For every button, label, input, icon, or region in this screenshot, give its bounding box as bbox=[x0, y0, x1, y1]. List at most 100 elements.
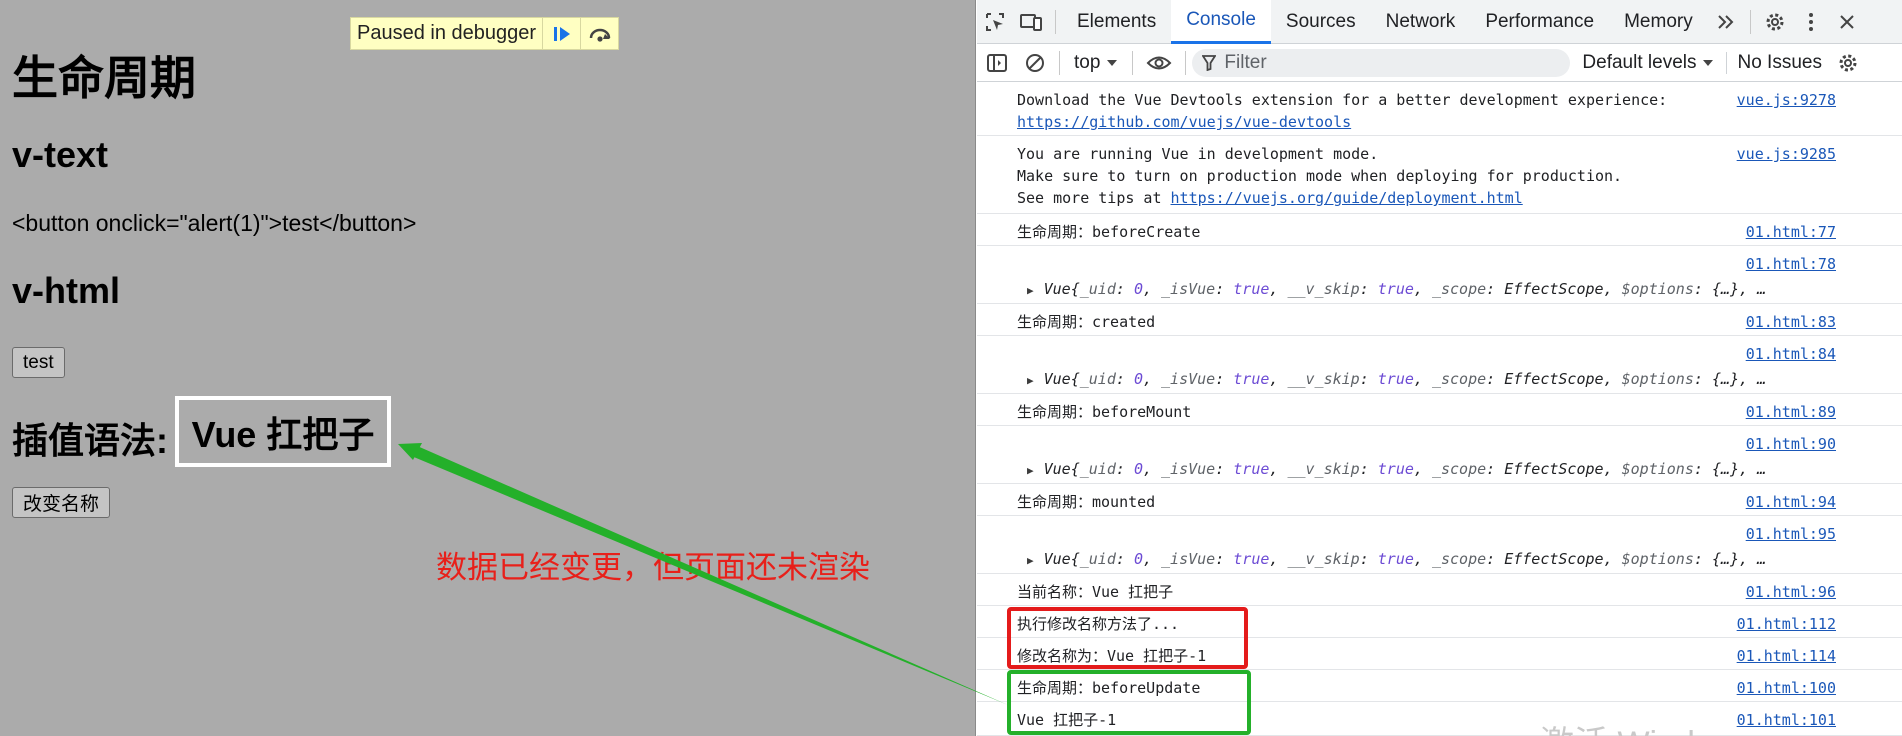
prop-key: _isVue bbox=[1161, 280, 1216, 298]
tab-sources[interactable]: Sources bbox=[1271, 0, 1371, 44]
prop-key: _uid bbox=[1079, 370, 1116, 388]
log-levels-select[interactable]: Default levels bbox=[1570, 52, 1726, 74]
tab-performance[interactable]: Performance bbox=[1470, 0, 1609, 44]
ellipsis: … bbox=[1757, 280, 1767, 298]
paused-in-debugger-badge: Paused in debugger bbox=[350, 17, 620, 50]
console-url-link[interactable]: https://github.com/vuejs/vue-devtools bbox=[1017, 113, 1351, 131]
console-source-link[interactable]: 01.html:77 bbox=[1746, 223, 1836, 241]
prop-key: _scope bbox=[1431, 370, 1487, 388]
console-message-text: Make sure to turn on production mode whe… bbox=[1017, 167, 1623, 185]
console-message: 生命周期：beforeCreate bbox=[1017, 223, 1201, 241]
inspect-element-icon[interactable] bbox=[977, 0, 1013, 44]
prop-key: _scope bbox=[1431, 280, 1487, 298]
test-button[interactable]: test bbox=[12, 347, 65, 378]
console-source-link[interactable]: 01.html:112 bbox=[1737, 615, 1836, 633]
console-entry: 01.html:90 ▶ Vue{_uid: 0, _isVue: true, __… bbox=[977, 426, 1902, 484]
sep: : bbox=[1486, 370, 1505, 388]
console-source-link[interactable]: vue.js:9278 bbox=[1737, 91, 1836, 109]
live-expression-eye-icon[interactable] bbox=[1139, 41, 1179, 85]
console-url-link[interactable]: https://vuejs.org/guide/deployment.html bbox=[1171, 189, 1523, 207]
console-message: 生命周期：created bbox=[1017, 313, 1156, 331]
console-source-link[interactable]: 01.html:84 bbox=[1746, 345, 1836, 363]
devtools-tabbar: Elements Console Sources Network Perform… bbox=[977, 0, 1902, 44]
filter-input[interactable]: Filter bbox=[1192, 48, 1571, 77]
sep: : bbox=[1359, 370, 1378, 388]
console-message: See more tips at https://vuejs.org/guide… bbox=[1017, 189, 1523, 207]
more-options-icon[interactable] bbox=[1793, 0, 1829, 44]
sep: , bbox=[1269, 280, 1288, 298]
console-source-link[interactable]: 01.html:90 bbox=[1746, 435, 1836, 453]
prop-key: $options bbox=[1621, 280, 1694, 298]
console-source-link[interactable]: 01.html:95 bbox=[1746, 525, 1836, 543]
sep: , bbox=[1603, 370, 1622, 388]
prop-value: EffectScope bbox=[1504, 460, 1604, 478]
clear-console-icon[interactable] bbox=[1017, 41, 1053, 85]
prop-key: _uid bbox=[1079, 280, 1116, 298]
prop-key: $options bbox=[1621, 370, 1694, 388]
filter-funnel-icon bbox=[1202, 54, 1217, 71]
prop-value: 0 bbox=[1133, 550, 1143, 568]
paused-label: Paused in debugger bbox=[357, 22, 537, 44]
sep: , bbox=[1603, 550, 1622, 568]
console-source-link[interactable]: 01.html:100 bbox=[1737, 679, 1836, 697]
console-message: 生命周期：mounted bbox=[1017, 493, 1156, 511]
vue-object-name: Vue bbox=[1043, 280, 1071, 298]
tab-network[interactable]: Network bbox=[1371, 0, 1471, 44]
prop-key: __v_skip bbox=[1287, 550, 1360, 568]
sep: , bbox=[1142, 460, 1162, 478]
sep: : bbox=[1693, 280, 1712, 298]
sep: , bbox=[1739, 280, 1758, 298]
tab-memory[interactable]: Memory bbox=[1609, 0, 1708, 44]
console-source-link[interactable]: 01.html:83 bbox=[1746, 313, 1836, 331]
resume-icon[interactable] bbox=[542, 17, 580, 50]
console-settings-gear-icon[interactable] bbox=[1832, 41, 1864, 85]
console-entry: 01.html:84 ▶ Vue{_uid: 0, _isVue: true, __… bbox=[977, 336, 1902, 394]
step-over-icon[interactable] bbox=[580, 17, 618, 50]
vue-object-preview[interactable]: ▶ Vue{_uid: 0, _isVue: true, __v_skip: tr… bbox=[1027, 280, 1766, 298]
context-select[interactable]: top bbox=[1066, 52, 1126, 74]
console-source-link[interactable]: 01.html:78 bbox=[1746, 255, 1836, 273]
close-devtools-icon[interactable] bbox=[1829, 0, 1865, 44]
sep: : bbox=[1359, 550, 1378, 568]
settings-gear-icon[interactable] bbox=[1757, 0, 1793, 44]
sep: : bbox=[1115, 280, 1134, 298]
vue-object-preview[interactable]: ▶ Vue{_uid: 0, _isVue: true, __v_skip: tr… bbox=[1027, 370, 1766, 388]
prop-value: {…} bbox=[1711, 460, 1740, 478]
console-source-link[interactable]: vue.js:9285 bbox=[1737, 145, 1836, 163]
device-toolbar-icon[interactable] bbox=[1013, 0, 1049, 44]
more-tabs-icon[interactable] bbox=[1708, 0, 1744, 44]
levels-value: Default levels bbox=[1582, 51, 1697, 73]
vtext-heading: v-text bbox=[12, 134, 109, 175]
prop-value: 0 bbox=[1133, 280, 1143, 298]
vue-object-preview[interactable]: ▶ Vue{_uid: 0, _isVue: true, __v_skip: tr… bbox=[1027, 550, 1766, 568]
sep: , bbox=[1413, 550, 1432, 568]
console-source-link[interactable]: 01.html:94 bbox=[1746, 493, 1836, 511]
console-source-link[interactable]: 01.html:89 bbox=[1746, 403, 1836, 421]
sep: , bbox=[1603, 460, 1622, 478]
issues-counter[interactable]: No Issues bbox=[1726, 51, 1831, 74]
sep: , bbox=[1739, 550, 1758, 568]
sep: : bbox=[1359, 280, 1378, 298]
prop-key: _isVue bbox=[1161, 370, 1216, 388]
tab-console[interactable]: Console bbox=[1171, 0, 1271, 44]
expand-triangle-icon: ▶ bbox=[1027, 284, 1034, 297]
console-source-link[interactable]: 01.html:114 bbox=[1737, 647, 1836, 665]
console-message: 生命周期：beforeMount bbox=[1017, 403, 1192, 421]
prop-value: true bbox=[1233, 460, 1270, 478]
paused-page-view: Paused in debugger 生命周期 v-text <button o… bbox=[0, 0, 976, 736]
ellipsis: … bbox=[1757, 460, 1767, 478]
console-message-text: You are running Vue in development mode. bbox=[1017, 145, 1379, 163]
console-source-link[interactable]: 01.html:96 bbox=[1746, 583, 1836, 601]
sidebar-toggle-icon[interactable] bbox=[977, 41, 1017, 85]
ellipsis: … bbox=[1757, 550, 1767, 568]
prop-key: __v_skip bbox=[1287, 280, 1360, 298]
prop-key: _isVue bbox=[1161, 550, 1216, 568]
sep: : bbox=[1486, 550, 1505, 568]
prop-value: true bbox=[1233, 550, 1270, 568]
vue-object-preview[interactable]: ▶ Vue{_uid: 0, _isVue: true, __v_skip: tr… bbox=[1027, 460, 1766, 478]
sep: : bbox=[1115, 460, 1134, 478]
console-entry: 01.html:83 生命周期：created bbox=[977, 304, 1902, 336]
sep: : bbox=[1115, 370, 1134, 388]
tab-elements[interactable]: Elements bbox=[1062, 0, 1171, 44]
rename-button[interactable]: 改变名称 bbox=[12, 487, 111, 518]
